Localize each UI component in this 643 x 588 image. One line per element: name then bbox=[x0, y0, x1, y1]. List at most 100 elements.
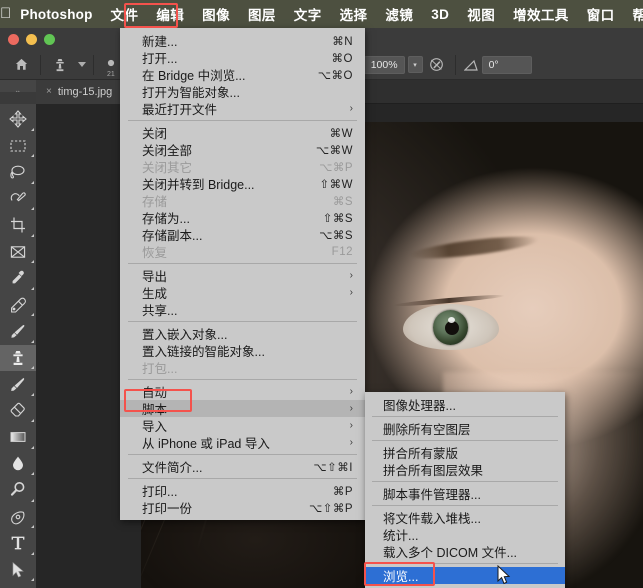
os-menu-item-10[interactable]: 窗口 bbox=[578, 1, 624, 27]
gradient-tool-icon[interactable] bbox=[0, 424, 36, 451]
file-menu-item-shortcut: ⇧⌘S bbox=[322, 212, 353, 225]
file-menu-item-1[interactable]: 打开... ⌘O bbox=[120, 49, 365, 66]
file-menu-item-17[interactable]: 置入链接的智能对象... bbox=[120, 342, 365, 359]
file-menu-item-0[interactable]: 新建... ⌘N bbox=[120, 32, 365, 49]
airbrush-icon[interactable] bbox=[423, 50, 451, 80]
scripts-submenu-item-2[interactable]: 拼合所有蒙版 bbox=[365, 444, 565, 461]
close-icon[interactable]: × bbox=[46, 86, 52, 97]
history-brush-tool-icon[interactable] bbox=[0, 371, 36, 398]
os-menu-item-11[interactable]: 帮助 bbox=[624, 1, 643, 27]
file-menu-item-10[interactable]: 存储为... ⇧⌘S bbox=[120, 209, 365, 226]
path-selection-tool-icon[interactable] bbox=[0, 557, 36, 584]
scripts-submenu-item-5[interactable]: 将文件载入堆栈... bbox=[365, 509, 565, 526]
submenu-divider bbox=[372, 481, 558, 482]
submenu-divider bbox=[372, 440, 558, 441]
file-menu-item-16[interactable]: 置入嵌入对象... bbox=[120, 325, 365, 342]
file-menu-item-11[interactable]: 存储副本... ⌥⌘S bbox=[120, 226, 365, 243]
eraser-tool-icon[interactable] bbox=[0, 398, 36, 425]
rectangular-marquee-tool-icon[interactable] bbox=[0, 133, 36, 160]
home-icon[interactable] bbox=[6, 50, 36, 80]
scripts-submenu-item-4[interactable]: 脚本事件管理器... bbox=[365, 485, 565, 502]
file-menu-item-3[interactable]: 打开为智能对象... bbox=[120, 83, 365, 100]
file-menu-item-shortcut: ⌥⇧⌘P bbox=[308, 502, 353, 515]
file-menu-item-8[interactable]: 关闭并转到 Bridge... ⇧⌘W bbox=[120, 175, 365, 192]
file-menu-item-22[interactable]: 从 iPhone 或 iPad 导入 › bbox=[120, 434, 365, 451]
os-menu-item-9[interactable]: 增效工具 bbox=[504, 1, 578, 27]
file-menu-dropdown[interactable]: 新建... ⌘N 打开... ⌘O 在 Bridge 中浏览... ⌥⌘O 打开为智能对象.… bbox=[120, 28, 365, 520]
eyedropper-tool-icon[interactable] bbox=[0, 265, 36, 292]
angle-value[interactable]: 0° bbox=[481, 55, 532, 74]
file-menu-item-24[interactable]: 打印... ⌘P bbox=[120, 482, 365, 499]
file-menu-item-shortcut: ⌥⌘W bbox=[315, 144, 353, 157]
scripts-submenu-item-3[interactable]: 拼合所有图层效果 bbox=[365, 461, 565, 478]
file-menu-item-4[interactable]: 最近打开文件 › bbox=[120, 100, 365, 117]
clone-stamp-tool-icon[interactable] bbox=[0, 344, 36, 371]
file-menu-item-5[interactable]: 关闭 ⌘W bbox=[120, 124, 365, 141]
file-menu-item-shortcut: ⌘N bbox=[332, 35, 353, 48]
scripts-submenu-item-0[interactable]: 图像处理器... bbox=[365, 396, 565, 413]
chevron-right-icon: › bbox=[349, 420, 353, 431]
tools-panel[interactable] bbox=[0, 104, 36, 588]
close-window-button[interactable] bbox=[8, 34, 19, 45]
scripts-submenu-item-1[interactable]: 删除所有空图层 bbox=[365, 420, 565, 437]
file-menu-item-23[interactable]: 文件简介... ⌥⇧⌘I bbox=[120, 458, 365, 475]
scripts-submenu-item-7[interactable]: 载入多个 DICOM 文件... bbox=[365, 543, 565, 560]
type-tool-icon[interactable] bbox=[0, 530, 36, 557]
dodge-tool-icon[interactable] bbox=[0, 477, 36, 504]
file-menu-item-label: 打印一份 bbox=[142, 502, 193, 516]
pen-tool-icon[interactable] bbox=[0, 504, 36, 531]
flow-chevron-down-icon[interactable]: ▾ bbox=[407, 56, 423, 73]
angle-icon[interactable] bbox=[460, 50, 482, 80]
eyebrow bbox=[408, 232, 540, 263]
app-name-label[interactable]: Photoshop bbox=[11, 7, 101, 22]
menu-divider bbox=[128, 321, 357, 322]
scripts-submenu-item-6[interactable]: 统计... bbox=[365, 526, 565, 543]
quick-selection-tool-icon[interactable] bbox=[0, 186, 36, 213]
file-menu-item-19[interactable]: 自动 › bbox=[120, 383, 365, 400]
file-menu-item-6[interactable]: 关闭全部 ⌥⌘W bbox=[120, 141, 365, 158]
os-menu-item-4[interactable]: 文字 bbox=[285, 1, 331, 27]
document-tab-label: timg-15.jpg bbox=[57, 85, 113, 98]
file-menu-item-2[interactable]: 在 Bridge 中浏览... ⌥⌘O bbox=[120, 66, 365, 83]
chevron-right-icon: › bbox=[349, 403, 353, 414]
os-menu-item-7[interactable]: 3D bbox=[422, 4, 458, 25]
tool-preset-chevron-down-icon[interactable] bbox=[75, 50, 89, 80]
brush-tool-icon[interactable] bbox=[0, 318, 36, 345]
frame-tool-icon[interactable] bbox=[0, 239, 36, 266]
file-menu-item-shortcut: ⌘W bbox=[329, 127, 353, 140]
blur-tool-icon[interactable] bbox=[0, 451, 36, 478]
rectangle-tool-icon[interactable] bbox=[0, 583, 36, 588]
os-menu-bar[interactable]:  Photoshop 文件编辑图像图层文字选择滤镜3D视图增效工具窗口帮助 bbox=[0, 0, 643, 28]
crop-tool-icon[interactable] bbox=[0, 212, 36, 239]
file-menu-item-14[interactable]: 生成 › bbox=[120, 284, 365, 301]
file-menu-item-7: 关闭其它 ⌥⌘P bbox=[120, 158, 365, 175]
file-menu-item-15[interactable]: 共享... bbox=[120, 301, 365, 318]
minimize-window-button[interactable] bbox=[26, 34, 37, 45]
os-menu-item-1[interactable]: 编辑 bbox=[147, 1, 193, 27]
left-panel-stub bbox=[0, 92, 36, 104]
file-menu-item-25[interactable]: 打印一份 ⌥⇧⌘P bbox=[120, 499, 365, 516]
os-menu-item-8[interactable]: 视图 bbox=[458, 1, 504, 27]
menu-divider bbox=[128, 120, 357, 121]
file-menu-item-21[interactable]: 导入 › bbox=[120, 417, 365, 434]
window-controls[interactable] bbox=[8, 34, 55, 45]
os-menu-item-0[interactable]: 文件 bbox=[102, 1, 148, 27]
os-menu-item-5[interactable]: 选择 bbox=[331, 1, 377, 27]
lasso-tool-icon[interactable] bbox=[0, 159, 36, 186]
scripts-submenu-item-8[interactable]: 浏览... bbox=[365, 567, 565, 584]
healing-brush-tool-icon[interactable] bbox=[0, 292, 36, 319]
os-menu-item-2[interactable]: 图像 bbox=[193, 1, 239, 27]
os-menu-item-6[interactable]: 滤镜 bbox=[376, 1, 422, 27]
os-menu-item-3[interactable]: 图层 bbox=[239, 1, 285, 27]
chevron-right-icon: › bbox=[349, 270, 353, 281]
document-tab[interactable]: × timg-15.jpg bbox=[36, 79, 124, 104]
file-menu-item-13[interactable]: 导出 › bbox=[120, 267, 365, 284]
clone-stamp-icon[interactable] bbox=[45, 50, 75, 80]
maximize-window-button[interactable] bbox=[44, 34, 55, 45]
flow-value[interactable]: 100% bbox=[363, 55, 405, 74]
move-tool-icon[interactable] bbox=[0, 106, 36, 133]
file-menu-item-20[interactable]: 脚本 › bbox=[120, 400, 365, 417]
apple-logo-icon[interactable]:  bbox=[0, 6, 11, 23]
eye-pupil bbox=[445, 321, 459, 335]
scripts-submenu[interactable]: 图像处理器... 删除所有空图层 拼合所有蒙版 拼合所有图层效果 脚本事件管理器... 将… bbox=[365, 392, 565, 588]
